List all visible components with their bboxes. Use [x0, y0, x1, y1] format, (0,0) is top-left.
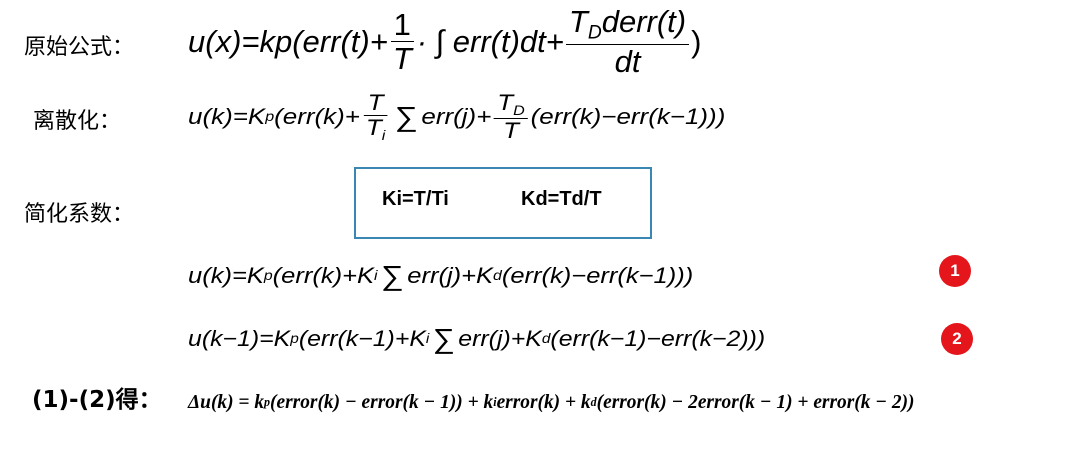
eq1-close-paren: )	[691, 23, 702, 59]
kd-definition: Kd=Td/T	[521, 188, 602, 210]
label-discretization: 离散化：	[33, 109, 122, 134]
eq1-frac1-denominator: T	[392, 40, 412, 76]
eq1-td-main: T	[568, 4, 588, 39]
eq2-frac1-denominator: Ti	[362, 115, 389, 143]
eq4-part2: err(j)+K	[458, 325, 542, 351]
eq3-kp-sub: p	[263, 267, 273, 283]
eq4-kp-sub: p	[290, 330, 299, 346]
eq2-fraction-td-over-t: TD T	[493, 90, 529, 144]
eq2-ti-main: T	[365, 115, 382, 140]
eq5-part1: (error(k) − error(k − 1)) + k	[270, 391, 494, 413]
eq1-derr: derr(t)	[601, 4, 687, 39]
eq2-td-sub: D	[513, 102, 525, 118]
eq2-td-main: T	[497, 90, 514, 115]
equation-delta: Δu(k) = kp (error(k) − error(k − 1)) + k…	[188, 392, 915, 412]
eq5-part2: error(k) + k	[496, 391, 591, 413]
eq3-part3: (err(k)−err(k−1)))	[501, 262, 694, 288]
eq2-part1: (err(k)+	[274, 104, 360, 130]
equation-badge-2: 2	[941, 323, 973, 355]
equation-simplified-1: u(k)=K p (err(k)+K i ∑ err(j)+K d (err(k)−e…	[188, 262, 693, 290]
eq1-integral-term: · ∫ err(t)dt+	[416, 23, 564, 59]
eq2-fraction-t-over-ti: T Ti	[362, 92, 389, 142]
eq1-frac2-denominator: dt	[614, 43, 641, 79]
eq4-sum-symbol: ∑	[432, 323, 455, 354]
eq1-lhs: u(x)=kp(err(t)+	[188, 23, 388, 59]
eq5-part3: (error(k) − 2error(k − 1) + error(k − 2)…	[596, 391, 915, 413]
label-simplify-coefficients: 简化系数：	[24, 202, 135, 227]
eq4-ki-sub: i	[425, 330, 430, 346]
eq2-part2: err(j)+	[421, 104, 492, 130]
eq2-frac2-numerator: TD	[493, 90, 529, 120]
eq3-part1: (err(k)+K	[272, 262, 375, 288]
eq1-frac1-numerator: 1	[390, 9, 414, 42]
eq2-sum-symbol: ∑	[394, 101, 418, 133]
eq3-part2: err(j)+K	[407, 262, 494, 288]
eq4-part1: (err(k−1)+K	[298, 325, 426, 351]
equation-simplified-2: u(k−1)=K p (err(k−1)+K i ∑ err(j)+K d (err(…	[188, 325, 765, 353]
eq3-ki-sub: i	[374, 267, 378, 283]
eq2-ti-sub: i	[381, 127, 386, 143]
eq4-part3: (err(k−1)−err(k−2)))	[550, 325, 766, 351]
label-original-formula: 原始公式：	[24, 35, 135, 60]
equation-badge-1: 1	[939, 255, 971, 287]
eq1-fraction-derivative: TDderr(t) dt	[565, 4, 690, 79]
ki-definition: Ki=T/Ti	[382, 188, 449, 210]
coefficient-box: Ki=T/Ti Kd=Td/T	[354, 167, 652, 239]
eq3-kd-sub: d	[493, 267, 502, 283]
eq2-kp-sub: p	[265, 109, 275, 125]
eq5-lhs: Δu(k) = k	[188, 391, 265, 413]
eq1-frac2-numerator: TDderr(t)	[565, 4, 690, 45]
label-subtract-result: (1)-(2)得：	[32, 387, 162, 413]
eq3-lhs: u(k)=K	[188, 262, 264, 288]
eq3-sum-symbol: ∑	[381, 260, 404, 291]
eq2-lhs: u(k)=K	[188, 104, 266, 130]
eq2-part3: (err(k)−err(k−1)))	[530, 104, 726, 130]
eq4-kd-sub: d	[541, 330, 551, 346]
eq1-fraction-1-over-t: 1 T	[390, 9, 415, 74]
eq2-frac1-numerator: T	[364, 92, 388, 116]
eq1-td-sub: D	[587, 22, 602, 44]
eq4-lhs: u(k−1)=K	[188, 325, 291, 351]
equation-discrete: u(k)=K p (err(k)+ T Ti ∑ err(j)+ TD T (er…	[188, 90, 726, 144]
eq2-frac2-denominator: T	[503, 118, 519, 144]
equation-original: u(x)=kp(err(t)+ 1 T · ∫ err(t)dt+ TDderr…	[188, 6, 701, 77]
